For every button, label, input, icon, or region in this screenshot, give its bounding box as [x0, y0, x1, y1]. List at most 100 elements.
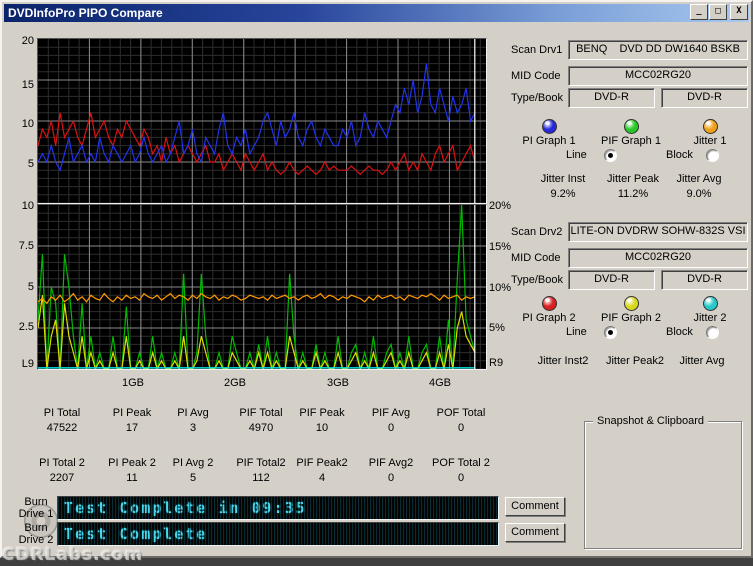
title-bar[interactable]: DVDInfoPro PIPO Compare [4, 4, 749, 22]
stat-pof-total2-value: 0 [427, 472, 495, 484]
jitter1-label: Jitter 1 [688, 135, 732, 147]
jitter-axis-tick-20: 20% [489, 200, 519, 212]
pi-axis-tick-15: 15 [10, 79, 34, 91]
pif-axis-tick-10: 10 [10, 200, 34, 212]
comment2-button[interactable]: Comment [505, 523, 565, 542]
burn1-lcd-display: Test Complete in 09:35 [57, 496, 499, 520]
stat-pif-peak2: PIF Peak24 [288, 457, 356, 484]
jitter1-led-icon [703, 119, 718, 134]
window-title: DVDInfoPro PIPO Compare [8, 6, 163, 20]
stat-pof-total: POF Total0 [427, 407, 495, 434]
jitter-avg2-label: Jitter Avg [674, 355, 730, 367]
stat-pif-peak: PIF Peak10 [288, 407, 356, 434]
burn2-label-top: Burn [12, 522, 60, 534]
stat-pif-avg-label: PIF Avg [357, 407, 425, 419]
pif-graph2-label: PIF Graph 2 [598, 312, 664, 324]
type-book1-value-a: DVD-R [568, 88, 655, 108]
burn1-label-top: Burn [12, 496, 60, 508]
stat-pof-total2: POF Total 2 0 [427, 457, 495, 484]
block1-label: Block [666, 149, 693, 161]
stat-pif-avg2: PIF Avg2 0 [357, 457, 425, 484]
block1-radio[interactable] [706, 149, 719, 162]
stat-pif-avg-value: 0 [357, 422, 425, 434]
scan-drv1-label: Scan Drv1 [511, 44, 562, 56]
pif-graph2-led-icon [624, 296, 639, 311]
stat-pi-total2-label: PI Total 2 [28, 457, 96, 469]
pi-axis-tick-10: 10 [10, 118, 34, 130]
stat-pi-total2: PI Total 2 2207 [28, 457, 96, 484]
snapshot-clipboard-group: Snapshot & Clipboard [584, 421, 742, 549]
pif-axis-tick-5: 5 [10, 281, 34, 293]
jitter-peak1-label: Jitter Peak [600, 173, 666, 185]
jitter-inst1-label: Jitter Inst [532, 173, 594, 185]
stat-pif-peak-label: PIF Peak [288, 407, 356, 419]
stat-pi-peak-label: PI Peak [98, 407, 166, 419]
mid-code2-value: MCC02RG20 [568, 248, 748, 268]
stat-pif-total-value: 4970 [227, 422, 295, 434]
jitter-axis-tick-5: 5% [489, 322, 519, 334]
stat-pi-avg-value: 3 [159, 422, 227, 434]
type-book2-value-b: DVD-R [661, 270, 748, 290]
minimize-button[interactable]: _ [690, 4, 708, 20]
stat-pi-total2-value: 2207 [28, 472, 96, 484]
burn2-lcd-display: Test Complete [57, 522, 499, 546]
pif-axis-tick-2-5: 2.5 [10, 321, 34, 333]
jitter-avg1-value: 9.0% [670, 188, 728, 200]
stat-pi-total-label: PI Total [28, 407, 96, 419]
stat-pif-avg2-label: PIF Avg2 [357, 457, 425, 469]
stat-pi-avg2: PI Avg 25 [159, 457, 227, 484]
stat-pif-avg: PIF Avg 0 [357, 407, 425, 434]
x-axis-tick-3gb: 3GB [318, 377, 358, 389]
stat-pif-peak2-label: PIF Peak2 [288, 457, 356, 469]
pif-graph1-label: PIF Graph 1 [598, 135, 664, 147]
mid-code2-label: MID Code [511, 252, 561, 264]
pif-jitter-chart[interactable] [37, 204, 487, 370]
jitter-avg1-label: Jitter Avg [670, 173, 728, 185]
comment1-button[interactable]: Comment [505, 497, 565, 516]
pi-graph1-label: PI Graph 1 [517, 135, 581, 147]
mid-code1-value: MCC02RG20 [568, 66, 748, 86]
cdrlabs-watermark: CDRLabs.com [2, 545, 143, 565]
line2-radio[interactable] [604, 326, 617, 339]
app-window: DVDInfoPro PIPO Compare _ □ X 20 15 10 5… [0, 0, 753, 558]
stat-pi-peak2: PI Peak 211 [98, 457, 166, 484]
type-book2-label: Type/Book [511, 274, 563, 286]
stat-pif-avg2-value: 0 [357, 472, 425, 484]
snapshot-clipboard-title: Snapshot & Clipboard [593, 415, 708, 427]
block2-label: Block [666, 326, 693, 338]
pi-graph1-led-icon [542, 119, 557, 134]
stat-pi-total-value: 47522 [28, 422, 96, 434]
stat-pi-peak: PI Peak17 [98, 407, 166, 434]
stat-pof-total-value: 0 [427, 422, 495, 434]
jitter-inst1-value: 9.2% [532, 188, 594, 200]
block2-radio[interactable] [706, 326, 719, 339]
type-book1-value-b: DVD-R [661, 88, 748, 108]
stat-pif-total2: PIF Total2 112 [227, 457, 295, 484]
pif-graph1-led-icon [624, 119, 639, 134]
close-button[interactable]: X [730, 4, 748, 20]
mid-code1-label: MID Code [511, 70, 561, 82]
stat-pi-total: PI Total 47522 [28, 407, 96, 434]
burn1-label-bottom: Drive 1 [12, 508, 60, 520]
jitter-axis-label-r9: R9 [489, 357, 519, 369]
jitter-peak2-label: Jitter Peak2 [600, 355, 670, 367]
stat-pif-total2-value: 112 [227, 472, 295, 484]
jitter2-led-icon [703, 296, 718, 311]
scan-drv1-value: BENQ DVD DD DW1640 BSKB [568, 40, 748, 60]
type-book2-value-a: DVD-R [568, 270, 655, 290]
scan-drv2-value: LITE-ON DVDRW SOHW-832S VSI [568, 222, 748, 242]
line1-radio[interactable] [604, 149, 617, 162]
stat-pi-avg2-value: 5 [159, 472, 227, 484]
jitter-peak1-value: 11.2% [600, 188, 666, 200]
maximize-button[interactable]: □ [709, 4, 727, 20]
pi-errors-chart[interactable] [37, 38, 487, 204]
jitter2-label: Jitter 2 [688, 312, 732, 324]
pi-axis-tick-5: 5 [10, 158, 34, 170]
stat-pi-peak2-value: 11 [98, 472, 166, 484]
type-book1-label: Type/Book [511, 92, 563, 104]
stat-pi-avg-label: PI Avg [159, 407, 227, 419]
pif-axis-tick-7-5: 7.5 [10, 240, 34, 252]
stat-pif-total2-label: PIF Total2 [227, 457, 295, 469]
stat-pof-total2-label: POF Total 2 [427, 457, 495, 469]
pi-graph2-led-icon [542, 296, 557, 311]
